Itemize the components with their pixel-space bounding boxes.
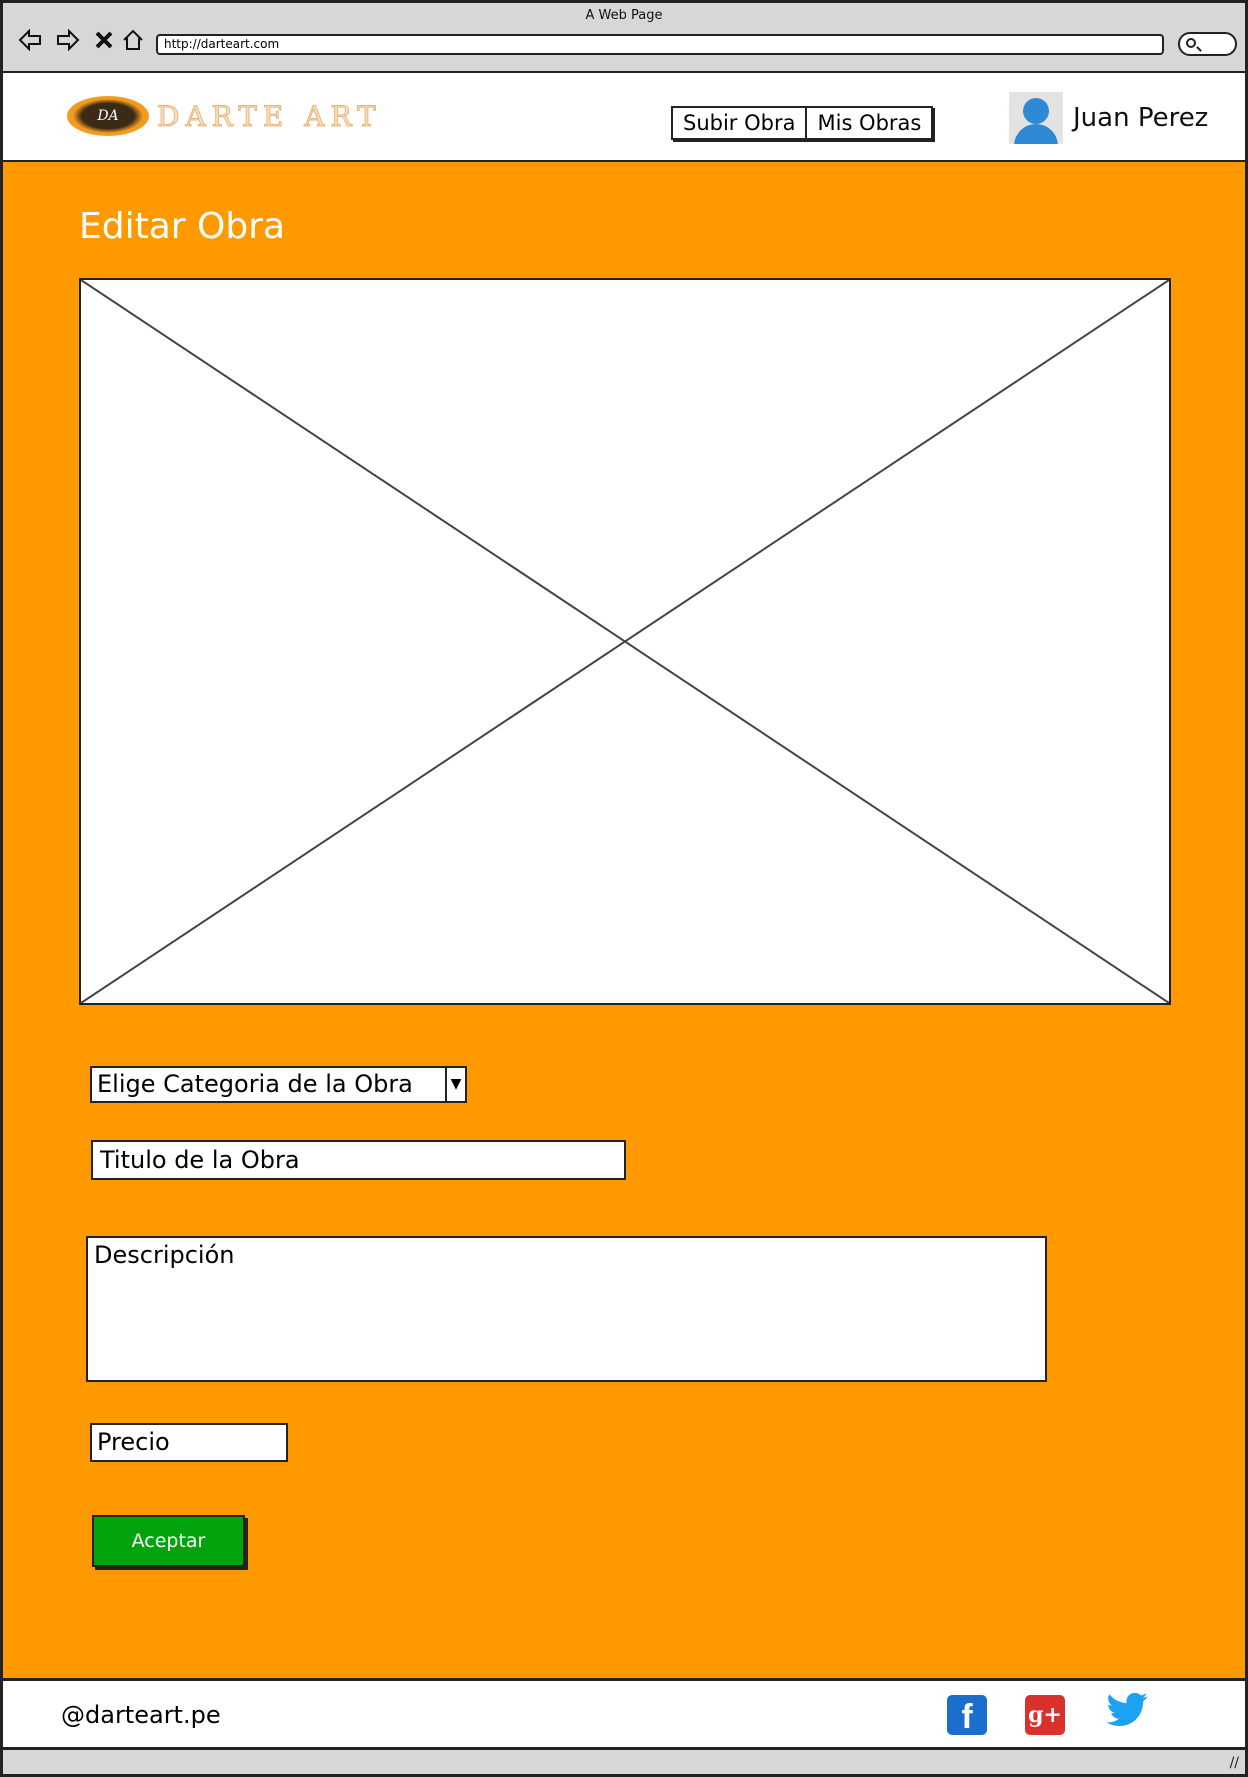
description-textarea[interactable]: Descripción bbox=[86, 1236, 1047, 1382]
site-header: DA DARTE ART Subir Obra Mis Obras Juan P… bbox=[0, 73, 1248, 162]
category-select-value: Elige Categoria de la Obra bbox=[97, 1070, 413, 1098]
avatar-head bbox=[1023, 98, 1049, 124]
page-title: Editar Obra bbox=[79, 206, 286, 247]
logo-text: DARTE ART bbox=[157, 99, 382, 133]
site-footer: @darteart.pe f g+ bbox=[0, 1678, 1248, 1750]
browser-chrome: A Web Page http://darteart.com bbox=[0, 0, 1248, 73]
logo-mark: DA bbox=[67, 96, 149, 136]
nav-upload-work[interactable]: Subir Obra bbox=[673, 108, 806, 138]
google-plus-icon[interactable]: g+ bbox=[1025, 1695, 1065, 1735]
window-title: A Web Page bbox=[585, 8, 663, 23]
facebook-icon[interactable]: f bbox=[947, 1695, 987, 1736]
footer-handle: @darteart.pe bbox=[61, 1701, 221, 1729]
accept-button[interactable]: Aceptar bbox=[92, 1515, 245, 1567]
site-logo[interactable]: DA DARTE ART bbox=[67, 96, 382, 136]
main-nav: Subir Obra Mis Obras bbox=[671, 106, 934, 140]
nav-my-works[interactable]: Mis Obras bbox=[805, 108, 932, 138]
avatar[interactable] bbox=[1009, 92, 1063, 144]
price-input[interactable]: Precio bbox=[90, 1423, 288, 1462]
placeholder-cross-icon bbox=[81, 280, 1169, 1003]
chevron-down-icon[interactable]: ▼ bbox=[445, 1068, 465, 1101]
artwork-image-placeholder[interactable] bbox=[79, 278, 1171, 1005]
category-select[interactable]: Elige Categoria de la Obra ▼ bbox=[90, 1066, 467, 1103]
forward-arrow-icon[interactable] bbox=[55, 27, 81, 53]
title-input[interactable]: Titulo de la Obra bbox=[91, 1140, 626, 1180]
main-content: Editar Obra Elige Categoria de la Obra ▼… bbox=[0, 162, 1248, 1678]
search-icon bbox=[1186, 38, 1196, 48]
home-icon[interactable] bbox=[120, 27, 146, 53]
url-bar[interactable]: http://darteart.com bbox=[156, 34, 1164, 55]
close-icon[interactable] bbox=[91, 27, 117, 53]
resize-grip-icon[interactable]: // bbox=[1230, 1755, 1239, 1771]
back-arrow-icon[interactable] bbox=[17, 27, 43, 53]
browser-search-button[interactable] bbox=[1178, 32, 1237, 56]
user-name[interactable]: Juan Perez bbox=[1073, 103, 1208, 133]
twitter-icon[interactable] bbox=[1106, 1692, 1148, 1733]
browser-status-bar: // bbox=[0, 1750, 1248, 1777]
avatar-body bbox=[1014, 124, 1058, 144]
